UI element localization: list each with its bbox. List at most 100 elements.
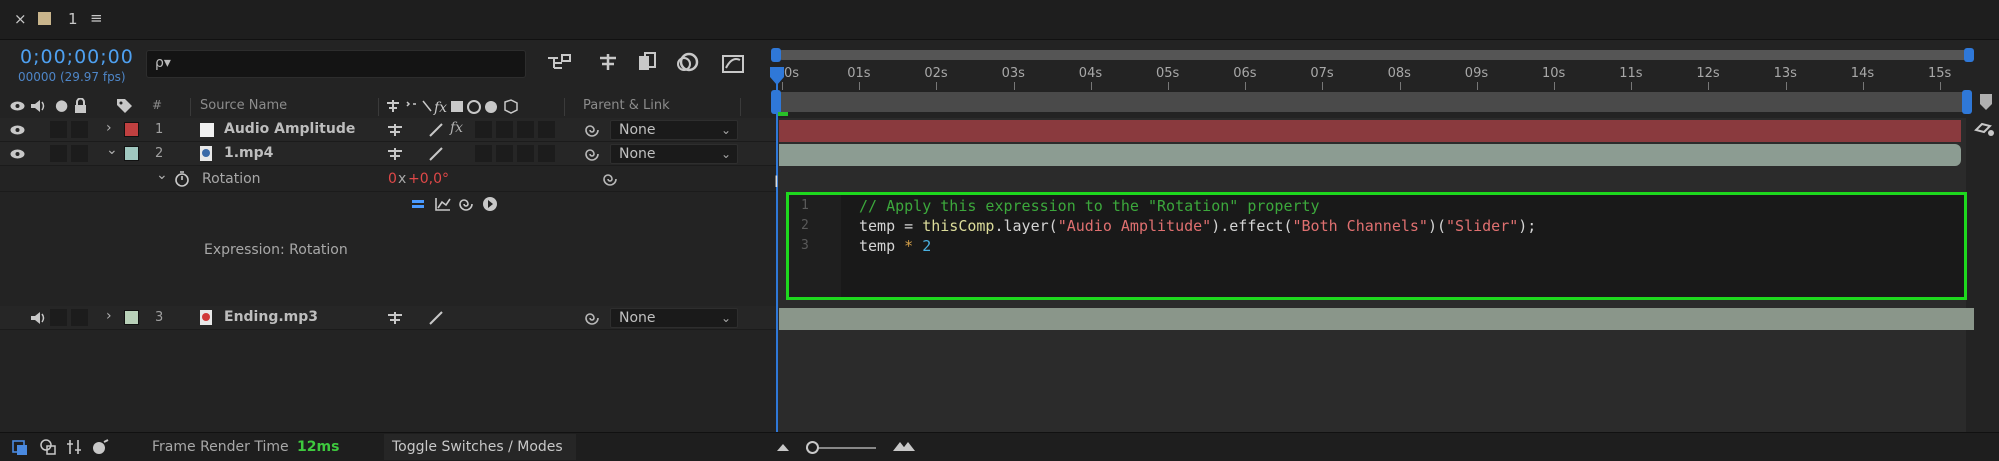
ruler-tick-mark bbox=[1476, 82, 1478, 90]
property-row-rotation[interactable]: ⌄ Rotation 0 x +0,0° bbox=[0, 166, 776, 192]
label-color-swatch[interactable] bbox=[124, 122, 139, 137]
parent-dropdown[interactable]: None ⌄ bbox=[610, 144, 738, 164]
graph-toggle-icon[interactable] bbox=[1974, 118, 1996, 140]
frame-blend-switch[interactable] bbox=[475, 145, 492, 162]
time-navigator-bar[interactable] bbox=[778, 50, 1968, 60]
tab-name[interactable]: 1 bbox=[68, 10, 78, 28]
solo-switch[interactable] bbox=[50, 121, 67, 138]
motion-blur-icon[interactable] bbox=[674, 50, 700, 74]
effects-switch-icon[interactable]: fx bbox=[450, 120, 463, 136]
parent-link-header[interactable]: Parent & Link bbox=[583, 98, 670, 113]
lock-switch[interactable] bbox=[71, 121, 88, 138]
comp-marker-bin-icon[interactable] bbox=[1978, 92, 1994, 112]
enable-expression-icon[interactable] bbox=[410, 196, 426, 212]
search-input[interactable]: ρ▾ bbox=[146, 50, 526, 78]
expression-pick-whip-icon[interactable] bbox=[458, 196, 474, 212]
solo-switch[interactable] bbox=[50, 145, 67, 162]
switches-header-icons: fx bbox=[387, 99, 518, 115]
chevron-right-icon[interactable]: › bbox=[106, 120, 112, 136]
adjustment-switch[interactable] bbox=[517, 145, 534, 162]
current-timecode[interactable]: 0;00;00;00 bbox=[20, 46, 134, 68]
visibility-eye-icon[interactable] bbox=[10, 124, 25, 136]
quality-switch-icon[interactable] bbox=[428, 146, 444, 162]
playhead-handle[interactable] bbox=[769, 66, 785, 86]
3d-switch[interactable] bbox=[538, 145, 555, 162]
expression-language-menu-icon[interactable] bbox=[482, 196, 498, 212]
layer-name[interactable]: 1.mp4 bbox=[224, 145, 273, 161]
zoom-out-icon[interactable] bbox=[776, 442, 790, 452]
video-switch-icon[interactable] bbox=[10, 100, 25, 112]
render-time-pane-icon[interactable] bbox=[92, 439, 110, 455]
toggle-switches-modes-button[interactable]: Toggle Switches / Modes bbox=[384, 434, 576, 460]
layer-column-headers: ● # Source Name fx Parent & Link bbox=[0, 94, 776, 120]
expression-graph-icon[interactable] bbox=[434, 196, 452, 212]
audio-file-icon bbox=[200, 310, 212, 325]
ruler-tick-mark bbox=[1708, 82, 1710, 90]
layer-name[interactable]: Ending.mp3 bbox=[224, 309, 318, 325]
layer-row[interactable]: › 1 Audio Amplitude fx None ⌄ bbox=[0, 118, 776, 142]
work-area-bar[interactable] bbox=[778, 92, 1963, 112]
navigator-start-handle[interactable] bbox=[771, 48, 781, 62]
chevron-right-icon[interactable]: › bbox=[106, 308, 112, 324]
transfer-controls-pane-icon[interactable] bbox=[40, 439, 56, 455]
lock-icon[interactable] bbox=[74, 98, 87, 114]
shy-switch-icon[interactable] bbox=[386, 146, 406, 162]
pick-whip-icon[interactable] bbox=[584, 310, 600, 326]
solo-icon[interactable]: ● bbox=[55, 96, 68, 114]
layer-row[interactable]: ⌄ 2 1.mp4 None ⌄ bbox=[0, 142, 776, 166]
frame-blend-switch[interactable] bbox=[475, 121, 492, 138]
pick-whip-icon[interactable] bbox=[584, 122, 600, 138]
audio-speaker-icon[interactable] bbox=[30, 311, 46, 325]
composition-flowchart-icon[interactable] bbox=[546, 52, 572, 74]
chevron-down-icon[interactable]: ⌄ bbox=[156, 167, 168, 183]
frame-blending-icon[interactable] bbox=[636, 50, 660, 74]
layer-duration-bar[interactable] bbox=[779, 120, 1961, 142]
zoom-slider-thumb[interactable] bbox=[806, 441, 819, 454]
in-out-pane-icon[interactable] bbox=[66, 438, 82, 456]
shy-switch-icon[interactable] bbox=[386, 122, 406, 138]
parent-dropdown[interactable]: None ⌄ bbox=[610, 308, 738, 328]
close-tab-icon[interactable]: × bbox=[14, 10, 27, 28]
draft-3d-icon[interactable] bbox=[596, 50, 620, 74]
graph-editor-icon[interactable] bbox=[720, 50, 746, 76]
parent-dropdown[interactable]: None ⌄ bbox=[610, 120, 738, 140]
rotation-degrees[interactable]: +0,0° bbox=[408, 171, 449, 187]
quality-switch-icon[interactable] bbox=[428, 122, 444, 138]
playhead-line[interactable] bbox=[776, 70, 778, 442]
expression-editor[interactable]: 1 2 3 // Apply this expression to the "R… bbox=[786, 192, 1967, 300]
chevron-down-icon[interactable]: ⌄ bbox=[106, 142, 118, 158]
stopwatch-icon[interactable] bbox=[174, 170, 190, 187]
motion-blur-switch[interactable] bbox=[496, 121, 513, 138]
shy-switch-icon[interactable] bbox=[386, 310, 406, 326]
panel-menu-icon[interactable]: ≡ bbox=[90, 9, 103, 27]
3d-switch[interactable] bbox=[538, 121, 555, 138]
ruler-tick-label: 15s bbox=[1928, 66, 1952, 81]
lock-switch[interactable] bbox=[71, 145, 88, 162]
work-area-end-handle[interactable] bbox=[1962, 90, 1972, 114]
solo-switch[interactable] bbox=[50, 309, 67, 326]
label-color-swatch[interactable] bbox=[124, 310, 139, 325]
label-color-swatch[interactable] bbox=[124, 146, 139, 161]
ruler-tick-mark bbox=[1785, 82, 1787, 90]
layer-duration-bar[interactable] bbox=[779, 308, 1974, 330]
lock-switch[interactable] bbox=[71, 309, 88, 326]
adjustment-switch[interactable] bbox=[517, 121, 534, 138]
pick-whip-icon[interactable] bbox=[584, 146, 600, 162]
comp-icon bbox=[38, 12, 51, 25]
layer-name[interactable]: Audio Amplitude bbox=[224, 121, 355, 137]
pick-whip-icon[interactable] bbox=[602, 171, 618, 187]
navigator-end-handle[interactable] bbox=[1964, 48, 1974, 62]
quality-switch-icon[interactable] bbox=[428, 310, 444, 326]
empty-layer-area bbox=[0, 330, 776, 432]
layer-row[interactable]: › 3 Ending.mp3 None ⌄ bbox=[0, 306, 776, 330]
visibility-eye-icon[interactable] bbox=[10, 148, 25, 160]
source-name-header[interactable]: Source Name bbox=[200, 98, 287, 113]
layer-switches-pane-icon[interactable] bbox=[12, 440, 28, 456]
zoom-in-icon[interactable] bbox=[892, 440, 916, 452]
time-ruler[interactable] bbox=[776, 40, 1999, 90]
motion-blur-switch[interactable] bbox=[496, 145, 513, 162]
audio-switch-icon[interactable] bbox=[30, 99, 46, 113]
layer-duration-bar[interactable] bbox=[779, 144, 1961, 166]
rotation-revolutions[interactable]: 0 bbox=[388, 171, 397, 187]
label-tag-icon[interactable] bbox=[116, 98, 133, 114]
